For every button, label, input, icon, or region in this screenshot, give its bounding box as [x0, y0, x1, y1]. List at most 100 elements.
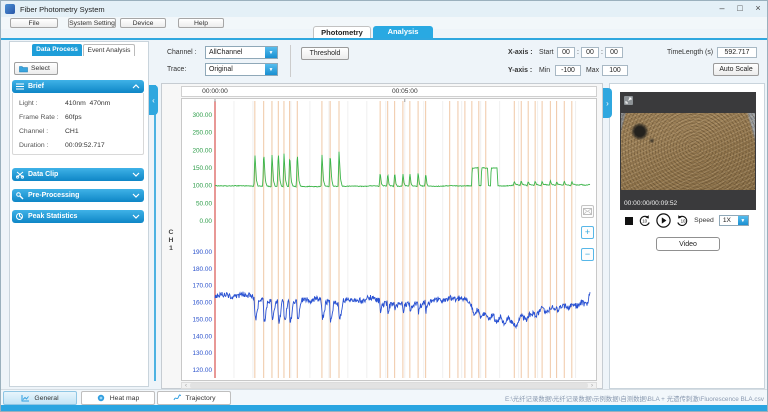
- menu-help[interactable]: Help: [178, 18, 224, 28]
- detach-video-icon[interactable]: [624, 96, 633, 105]
- section-header-data-clip[interactable]: Data Clip: [12, 168, 144, 181]
- bottom-tab-heat-map[interactable]: Heat map: [81, 391, 155, 405]
- speed-value: 1X: [720, 217, 738, 224]
- ymin-input[interactable]: -100: [555, 65, 581, 76]
- menu-file[interactable]: File: [10, 18, 58, 28]
- stop-button[interactable]: [625, 217, 633, 225]
- brief-field-light-: Light :410nm 470nm: [19, 96, 143, 110]
- tab-analysis[interactable]: Analysis: [373, 26, 433, 38]
- chevron-down-icon: [132, 172, 140, 177]
- sidebar-tab-data-process[interactable]: Data Process: [32, 44, 82, 56]
- maximize-button[interactable]: □: [731, 1, 749, 17]
- scrollbar-thumb[interactable]: [190, 383, 588, 388]
- zoom-in-button[interactable]: +: [581, 226, 594, 239]
- minimize-button[interactable]: –: [713, 1, 731, 17]
- svg-text:10: 10: [642, 219, 647, 224]
- tab-photometry[interactable]: Photometry: [313, 26, 371, 38]
- time-colon-2: :: [601, 49, 603, 56]
- folder-icon: [19, 65, 28, 73]
- horizontal-scrollbar[interactable]: ‹ ›: [181, 382, 597, 389]
- channel-dropdown[interactable]: AllChannel ▼: [205, 46, 278, 59]
- min-label: Min: [539, 67, 550, 74]
- blue-axis-tick: 180.00: [192, 266, 212, 273]
- blue-axis-tick: 140.00: [192, 333, 212, 340]
- list-icon: [16, 83, 24, 90]
- rewind-10-button[interactable]: 10: [638, 214, 651, 227]
- bottom-tab-label: Heat map: [110, 395, 139, 402]
- video-preview[interactable]: 00:00:00/00:09:52: [620, 92, 756, 210]
- heatmap-icon: [97, 394, 106, 402]
- section-title: Pre-Processing: [28, 192, 79, 199]
- trace-value: Original: [206, 66, 265, 73]
- green-axis-tick: 250.00: [192, 130, 212, 137]
- chevron-down-icon: [132, 193, 140, 198]
- blue-axis-tick: 190.00: [192, 249, 212, 256]
- app-logo-icon: [5, 4, 15, 14]
- speed-label: Speed: [694, 217, 714, 224]
- channel-dropdown-arrow-icon[interactable]: ▼: [265, 47, 277, 58]
- sidebar-splitter[interactable]: [154, 85, 156, 381]
- export-plot-button[interactable]: [581, 205, 594, 218]
- close-button[interactable]: ×: [749, 1, 767, 17]
- trace-dropdown[interactable]: Original ▼: [205, 63, 278, 76]
- bottom-tab-general[interactable]: General: [3, 391, 77, 405]
- app-window: Fiber Photometry System – □ × File System…: [0, 0, 768, 412]
- section-header-peak-statistics[interactable]: Peak Statistics: [12, 210, 144, 223]
- play-button[interactable]: [656, 213, 671, 228]
- bottom-tab-label: Trajectory: [186, 395, 216, 402]
- bottom-tab-trajectory[interactable]: Trajectory: [157, 391, 231, 405]
- speed-dropdown[interactable]: 1X ▼: [719, 215, 749, 226]
- scissors-icon: [16, 171, 24, 179]
- toolbar-separator: [290, 45, 291, 77]
- ymax-input[interactable]: 100: [602, 65, 628, 76]
- section-header-pre-processing[interactable]: Pre-Processing: [12, 189, 144, 202]
- brief-section-header[interactable]: Brief: [12, 80, 144, 93]
- select-button-label: Select: [31, 65, 50, 72]
- timelength-label: TimeLength (s): [667, 49, 713, 56]
- auto-scale-button[interactable]: Auto Scale: [713, 63, 759, 76]
- scroll-left-icon[interactable]: ‹: [182, 383, 190, 389]
- sidebar-collapse-handle[interactable]: ‹: [149, 85, 158, 115]
- menu-system-setting[interactable]: System Setting: [68, 18, 116, 28]
- accent-divider: [1, 38, 768, 40]
- wrench-icon: [16, 192, 24, 200]
- start-seconds-input[interactable]: 00: [605, 47, 623, 58]
- green-axis-tick: 0.00: [200, 218, 213, 225]
- video-controls: 10 10 Speed 1X ▼: [610, 213, 764, 228]
- trace-dropdown-arrow-icon[interactable]: ▼: [265, 64, 277, 75]
- select-file-button[interactable]: Select: [14, 62, 58, 75]
- plot-area[interactable]: 300.00250.00200.00150.00100.0050.000.001…: [181, 98, 597, 381]
- bottom-tab-label: General: [34, 395, 58, 402]
- forward-10-button[interactable]: 10: [676, 214, 689, 227]
- status-file-path: E:\光纤记录数据\光纤记录数据\示例数据\自测数据\BLA + 光遗传刺激\F…: [505, 394, 764, 403]
- chart-panel: 00:00:0000:05:00 300.00250.00200.00150.0…: [161, 83, 603, 389]
- titlebar: Fiber Photometry System – □ ×: [1, 1, 768, 17]
- channel-value: AllChannel: [206, 49, 265, 56]
- time-axis-label: 00:00:00: [202, 88, 228, 95]
- max-label: Max: [586, 67, 599, 74]
- green-axis-tick: 150.00: [192, 165, 212, 172]
- start-hours-input[interactable]: 00: [557, 47, 575, 58]
- green-axis-tick: 300.00: [192, 112, 212, 119]
- blue-axis-tick: 160.00: [192, 300, 212, 307]
- field-value: 60fps: [65, 114, 82, 121]
- arena-video-frame: [621, 113, 755, 190]
- field-label: Channel :: [19, 128, 65, 135]
- field-value: 00:09:52.717: [65, 142, 105, 149]
- video-button[interactable]: Video: [656, 237, 720, 251]
- timelength-input[interactable]: 592.717: [717, 47, 757, 58]
- zoom-out-button[interactable]: −: [581, 248, 594, 261]
- brief-field-channel-: Channel :CH1: [19, 124, 143, 138]
- sidebar-tab-event-analysis[interactable]: Event Analysis: [83, 44, 135, 56]
- window-title: Fiber Photometry System: [20, 5, 105, 14]
- scroll-right-icon[interactable]: ›: [588, 383, 596, 389]
- chart-axes-icon: [21, 394, 30, 402]
- threshold-button[interactable]: Threshold: [301, 47, 349, 60]
- field-label: Duration :: [19, 142, 65, 149]
- photometry-plot[interactable]: 300.00250.00200.00150.00100.0050.000.001…: [182, 99, 596, 380]
- menu-device[interactable]: Device: [120, 18, 166, 28]
- speed-dropdown-arrow-icon[interactable]: ▼: [738, 216, 748, 225]
- video-panel-expand-handle[interactable]: ›: [603, 88, 612, 118]
- start-minutes-input[interactable]: 00: [581, 47, 599, 58]
- trajectory-icon: [173, 394, 182, 402]
